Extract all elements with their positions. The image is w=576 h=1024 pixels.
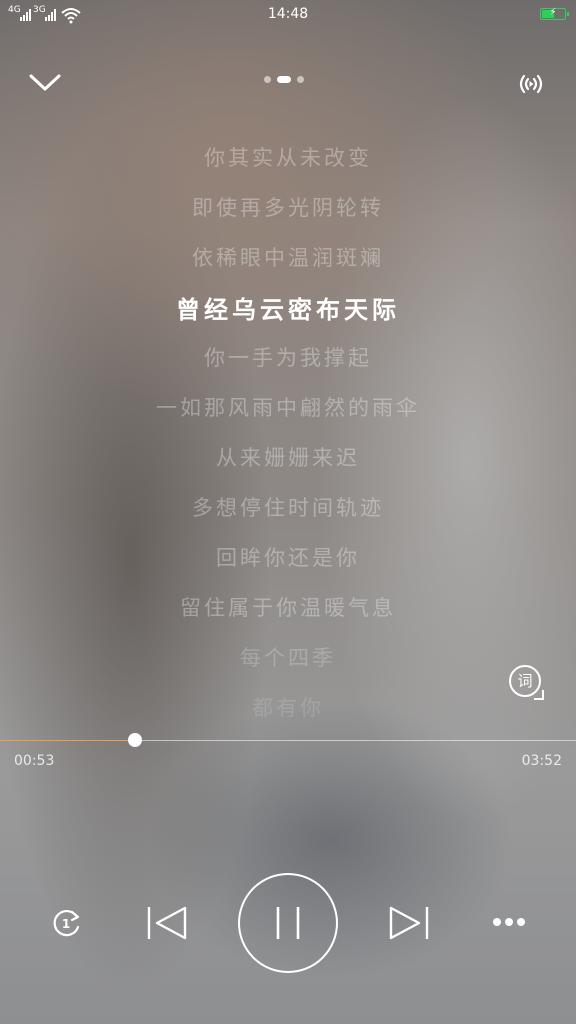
lyric-line: 依稀眼中温润斑斓 bbox=[192, 246, 384, 270]
page-indicator[interactable] bbox=[264, 76, 304, 83]
play-pause-button[interactable] bbox=[238, 873, 338, 973]
next-icon[interactable] bbox=[387, 905, 431, 941]
battery-icon: ⚡ bbox=[540, 7, 569, 20]
elapsed-time: 00:53 bbox=[14, 753, 55, 769]
page-dot[interactable] bbox=[297, 76, 304, 83]
lyric-toggle-button[interactable]: 词 bbox=[509, 665, 544, 700]
lyric-line: 回眸你还是你 bbox=[216, 546, 360, 570]
repeat-one-icon[interactable]: 1 bbox=[48, 905, 84, 941]
total-duration: 03:52 bbox=[521, 753, 562, 769]
lyric-line: 即使再多光阴轮转 bbox=[192, 196, 384, 220]
lyrics-panel[interactable]: 你其实从未改变 即使再多光阴轮转 依稀眼中温润斑斓 曾经乌云密布天际 你一手为我… bbox=[0, 130, 576, 730]
lyric-line: 你其实从未改变 bbox=[204, 146, 372, 170]
lyric-line: 都有你 bbox=[252, 696, 324, 720]
lyric-line: 每个四季 bbox=[240, 646, 336, 670]
page-dot[interactable] bbox=[264, 76, 271, 83]
progress-fill bbox=[0, 740, 136, 741]
chevron-down-icon[interactable] bbox=[28, 72, 62, 94]
previous-icon[interactable] bbox=[145, 905, 189, 941]
progress-slider[interactable] bbox=[0, 733, 576, 747]
status-time: 14:48 bbox=[267, 6, 309, 22]
more-icon[interactable] bbox=[490, 914, 528, 930]
lyric-line: 留住属于你温暖气息 bbox=[180, 596, 396, 620]
page-dot-active[interactable] bbox=[277, 76, 291, 83]
lyric-line: 从来姗姗来迟 bbox=[216, 446, 360, 470]
status-bar: 4G 3G 14:48 ⚡ bbox=[0, 0, 576, 30]
charging-icon: ⚡ bbox=[549, 7, 557, 18]
lyric-line: 一如那风雨中翩然的雨伞 bbox=[156, 396, 420, 420]
lyric-line-current: 曾经乌云密布天际 bbox=[176, 295, 400, 324]
lyric-line: 多想停住时间轨迹 bbox=[192, 496, 384, 520]
repeat-badge: 1 bbox=[62, 917, 70, 931]
broadcast-icon[interactable] bbox=[516, 72, 546, 96]
pause-icon bbox=[276, 907, 300, 939]
lyric-line: 你一手为我撑起 bbox=[204, 346, 372, 370]
progress-thumb[interactable] bbox=[128, 733, 143, 747]
